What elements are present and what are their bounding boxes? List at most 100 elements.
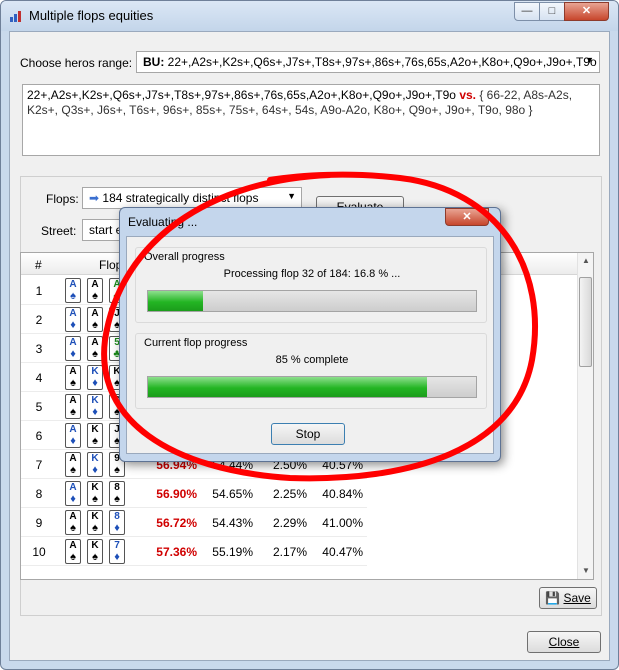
row-number: 7 bbox=[35, 458, 43, 472]
card-rank: A bbox=[69, 366, 77, 377]
scroll-down-arrow-icon[interactable]: ▼ bbox=[578, 563, 593, 579]
chevron-down-icon: ▼ bbox=[585, 55, 594, 65]
card-suit-icon: ♠ bbox=[92, 319, 98, 331]
table-row[interactable]: 10 A ♠ K ♠ 7 ♦ 57.36% 55.19% 2.17% 40.47% bbox=[21, 537, 367, 566]
playing-card-icon: A ♠ bbox=[87, 336, 103, 361]
card-rank: A bbox=[69, 279, 77, 290]
col-header-number[interactable]: # bbox=[35, 258, 42, 272]
card-rank: A bbox=[69, 308, 77, 319]
card-suit-icon: ♠ bbox=[70, 290, 76, 302]
tie-cell: 2.25% bbox=[272, 487, 307, 501]
equity-cell: 57.36% bbox=[156, 545, 197, 559]
playing-card-icon: A ♦ bbox=[65, 481, 81, 506]
card-suit-icon: ♠ bbox=[92, 551, 98, 563]
card-suit-icon: ♠ bbox=[70, 377, 76, 389]
row-number: 9 bbox=[35, 516, 43, 530]
card-rank: K bbox=[91, 424, 99, 435]
card-suit-icon: ♠ bbox=[70, 522, 76, 534]
scrollbar-thumb[interactable] bbox=[579, 277, 592, 367]
playing-card-icon: A ♦ bbox=[65, 423, 81, 448]
card-rank: 7 bbox=[114, 540, 120, 551]
card-suit-icon: ♠ bbox=[92, 493, 98, 505]
card-suit-icon: ♠ bbox=[70, 406, 76, 418]
heros-range-label: Choose heros range: bbox=[20, 56, 133, 70]
card-suit-icon: ♠ bbox=[92, 348, 98, 360]
save-label: Save bbox=[563, 591, 591, 605]
equity-cell: 56.72% bbox=[156, 516, 197, 530]
chevron-down-icon: ▼ bbox=[287, 191, 296, 201]
heros-range-select[interactable]: BU: 22+,A2s+,K2s+,Q6s+,J7s+,T8s+,97s+,86… bbox=[136, 51, 600, 73]
table-row[interactable]: 8 A ♦ K ♠ 8 ♠ 56.90% 54.65% 2.25% 40.84% bbox=[21, 479, 367, 508]
stop-label: Stop bbox=[295, 427, 321, 441]
card-suit-icon: ♦ bbox=[70, 493, 76, 505]
minimize-button[interactable]: — bbox=[514, 2, 540, 21]
card-suit-icon: ♠ bbox=[92, 290, 98, 302]
floppy-disk-icon: 💾 bbox=[545, 591, 561, 605]
lose-cell: 40.84% bbox=[322, 487, 363, 501]
win-cell: 54.43% bbox=[212, 516, 253, 530]
arrow-right-icon: ➡ bbox=[89, 191, 100, 205]
table-row[interactable]: 9 A ♠ K ♠ 8 ♦ 56.72% 54.43% 2.29% 41.00% bbox=[21, 508, 367, 537]
card-suit-icon: ♦ bbox=[92, 406, 98, 418]
card-rank: K bbox=[91, 482, 99, 493]
card-suit-icon: ♠ bbox=[92, 522, 98, 534]
playing-card-icon: K ♠ bbox=[87, 539, 103, 564]
playing-card-icon: A ♠ bbox=[65, 510, 81, 535]
maximize-button[interactable]: □ bbox=[539, 2, 565, 21]
stop-button[interactable]: Stop bbox=[271, 423, 345, 445]
card-rank: A bbox=[69, 395, 77, 406]
card-suit-icon: ♦ bbox=[114, 522, 120, 534]
card-rank: K bbox=[91, 366, 99, 377]
vs-label: vs. bbox=[459, 88, 476, 102]
close-label: Close bbox=[548, 635, 580, 649]
row-number: 8 bbox=[35, 487, 43, 501]
card-rank: A bbox=[69, 482, 77, 493]
card-suit-icon: ♦ bbox=[114, 551, 120, 563]
dialog-client-area: Overall progress Processing flop 32 of 1… bbox=[126, 236, 494, 454]
range-text-area[interactable]: 22+,A2s+,K2s+,Q6s+,J7s+,T8s+,97s+,86s+,7… bbox=[22, 84, 600, 156]
card-rank: K bbox=[91, 511, 99, 522]
close-window-button[interactable]: ✕ bbox=[564, 2, 609, 21]
row-number: 6 bbox=[35, 429, 43, 443]
win-cell: 54.65% bbox=[212, 487, 253, 501]
dialog-close-button[interactable]: ✕ bbox=[445, 208, 489, 226]
row-number: 3 bbox=[35, 342, 43, 356]
card-rank: K bbox=[91, 453, 99, 464]
playing-card-icon: A ♠ bbox=[65, 394, 81, 419]
row-number: 5 bbox=[35, 400, 43, 414]
flops-select[interactable]: ➡ 184 strategically distinct flops ▼ bbox=[82, 187, 302, 209]
save-button[interactable]: 💾 Save bbox=[539, 587, 597, 609]
card-suit-icon: ♠ bbox=[92, 435, 98, 447]
card-rank: A bbox=[69, 453, 77, 464]
card-rank: A bbox=[69, 540, 77, 551]
equity-cell: 56.90% bbox=[156, 487, 197, 501]
win-cell: 55.19% bbox=[212, 545, 253, 559]
tie-cell: 2.17% bbox=[272, 545, 307, 559]
table-scrollbar[interactable]: ▲ ▼ bbox=[577, 253, 593, 579]
playing-card-icon: K ♦ bbox=[87, 452, 103, 477]
flops-label: Flops: bbox=[46, 192, 79, 206]
playing-card-icon: A ♠ bbox=[87, 307, 103, 332]
card-suit-icon: ♦ bbox=[70, 435, 76, 447]
card-rank: K bbox=[91, 395, 99, 406]
tie-cell: 2.29% bbox=[272, 516, 307, 530]
playing-card-icon: A ♦ bbox=[65, 307, 81, 332]
dialog-title: Evaluating ... bbox=[128, 215, 198, 229]
close-button[interactable]: Close bbox=[527, 631, 601, 653]
playing-card-icon: A ♠ bbox=[65, 452, 81, 477]
row-number: 4 bbox=[35, 371, 43, 385]
playing-card-icon: 7 ♦ bbox=[109, 539, 125, 564]
overall-progress-text: Processing flop 32 of 184: 16.8 % ... bbox=[223, 268, 401, 280]
title-bar[interactable]: Multiple flops equities — □ ✕ bbox=[1, 1, 618, 31]
scroll-up-arrow-icon[interactable]: ▲ bbox=[578, 253, 593, 269]
card-suit-icon: ♠ bbox=[114, 464, 120, 476]
card-suit-icon: ♠ bbox=[70, 464, 76, 476]
playing-card-icon: K ♦ bbox=[87, 365, 103, 390]
playing-card-icon: A ♠ bbox=[65, 539, 81, 564]
card-suit-icon: ♦ bbox=[70, 319, 76, 331]
playing-card-icon: A ♠ bbox=[65, 365, 81, 390]
chart-app-icon bbox=[10, 11, 21, 22]
hero-range-text: 22+,A2s+,K2s+,Q6s+,J7s+,T8s+,97s+,86s+,7… bbox=[27, 88, 456, 102]
current-progress-title: Current flop progress bbox=[144, 337, 248, 349]
playing-card-icon: K ♠ bbox=[87, 481, 103, 506]
